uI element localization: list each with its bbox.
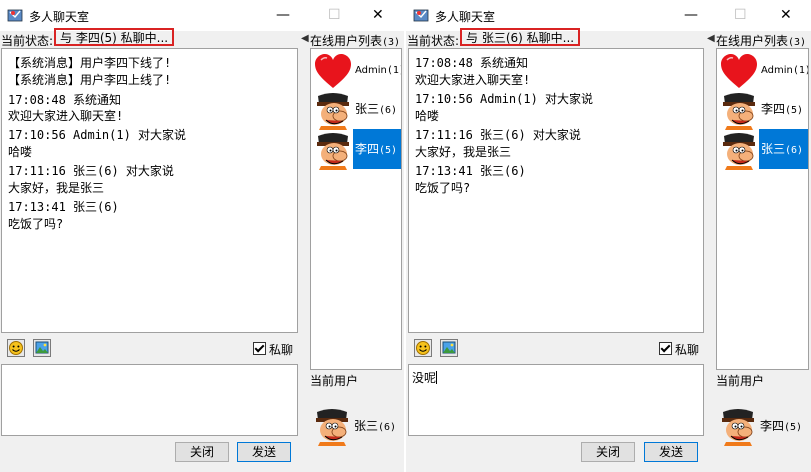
message-line: 大家好，我是张三 [8, 181, 105, 195]
private-chat-checkbox[interactable]: 私聊 [253, 341, 293, 358]
user-name: Admin(1) [761, 65, 808, 76]
message-line: 17:13:41 张三(6) [415, 164, 526, 178]
message-line: 17:10:56 Admin(1) 对大家说 [8, 128, 187, 142]
user-item-admin[interactable]: Admin(1) [717, 51, 808, 91]
checkbox-checked-icon[interactable] [659, 342, 672, 355]
heart-icon [313, 52, 353, 92]
emoji-icon[interactable] [7, 339, 25, 357]
title-bar[interactable]: 多人聊天室 — ☐ ✕ [0, 0, 404, 31]
collapse-left-icon[interactable]: ◀ [301, 33, 309, 44]
message-input[interactable]: 没呢 [408, 364, 704, 436]
online-user-list[interactable]: Admin(1) 李四(5) 张三(6) [716, 48, 809, 370]
split-divider[interactable] [300, 31, 310, 472]
close-icon[interactable]: ✕ [372, 6, 384, 24]
message-line: 大家好，我是张三 [415, 145, 512, 159]
message-line: 17:11:16 张三(6) 对大家说 [415, 128, 581, 142]
message-line: 哈喽 [8, 145, 33, 159]
cartoon-man-icon [313, 130, 353, 170]
user-name: 张三(6) [759, 129, 808, 169]
user-name: 张三(6) [355, 102, 398, 116]
cartoon-man-icon [719, 130, 759, 170]
message-line: 【系统消息】用户李四下线了! [8, 56, 172, 70]
user-item-zhangsan[interactable]: 张三(6) [311, 89, 401, 129]
chat-window-2: 多人聊天室 — ☐ ✕ 当前状态: 与 张三(6) 私聊中... 17:08:4… [406, 0, 811, 472]
maximize-icon[interactable]: ☐ [734, 6, 747, 24]
toolbar: 私聊 [414, 339, 704, 359]
app-icon [7, 7, 23, 23]
checkbox-checked-icon[interactable] [253, 342, 266, 355]
status-value: 与 李四(5) 私聊中... [54, 28, 175, 46]
message-input-text: 没呢 [412, 371, 438, 385]
online-users-title: 在线用户列表 [310, 34, 383, 48]
window-title: 多人聊天室 [435, 10, 496, 24]
current-user-label: 当前用户 [716, 374, 765, 388]
status-row: 当前状态: 与 张三(6) 私聊中... [406, 28, 706, 48]
toolbar: 私聊 [7, 339, 297, 359]
minimize-icon[interactable]: — [276, 6, 290, 24]
close-button[interactable]: 关闭 [175, 442, 229, 462]
online-users-count: (3) [382, 37, 401, 48]
online-user-list[interactable]: Admin(1) 张三(6) 李四(5) [310, 48, 402, 370]
current-user-label: 当前用户 [310, 374, 359, 388]
image-icon[interactable] [440, 339, 458, 357]
user-name: 李四(5) [353, 129, 401, 169]
maximize-icon[interactable]: ☐ [328, 6, 341, 24]
emoji-icon[interactable] [414, 339, 432, 357]
current-user: 李四(5) [718, 406, 809, 452]
collapse-left-icon[interactable]: ◀ [707, 33, 715, 44]
text-caret [436, 371, 438, 384]
message-line: 欢迎大家进入聊天室! [8, 109, 124, 123]
online-users-header: 在线用户列表(3) [310, 32, 400, 49]
message-area[interactable]: 【系统消息】用户李四下线了! 【系统消息】用户李四上线了! 17:08:48 系… [1, 48, 298, 333]
cartoon-man-icon [719, 90, 759, 130]
message-line: 17:08:48 系统通知 [8, 93, 122, 107]
online-users-title: 在线用户列表 [716, 34, 789, 48]
user-name: Admin(1) [355, 65, 401, 76]
user-item-zhangsan[interactable]: 张三(6) [717, 129, 808, 169]
message-line: 欢迎大家进入聊天室! [415, 73, 531, 87]
split-divider[interactable] [706, 31, 716, 472]
title-bar[interactable]: 多人聊天室 — ☐ ✕ [406, 0, 811, 31]
message-line: 【系统消息】用户李四上线了! [8, 73, 172, 87]
current-user: 张三(6) [312, 406, 402, 452]
message-line: 哈喽 [415, 109, 440, 123]
close-button[interactable]: 关闭 [581, 442, 635, 462]
cartoon-man-icon [718, 406, 758, 446]
private-chat-checkbox[interactable]: 私聊 [659, 341, 699, 358]
chat-window-1: 多人聊天室 — ☐ ✕ 当前状态: 与 李四(5) 私聊中... 【系统消息】用… [0, 0, 404, 472]
send-button[interactable]: 发送 [644, 442, 698, 462]
message-line: 17:13:41 张三(6) [8, 200, 119, 214]
message-area[interactable]: 17:08:48 系统通知 欢迎大家进入聊天室! 17:10:56 Admin(… [408, 48, 704, 333]
user-item-admin[interactable]: Admin(1) [311, 51, 401, 91]
heart-icon [719, 52, 759, 92]
private-chat-label: 私聊 [675, 343, 700, 357]
current-user-name: 张三(6) [354, 419, 397, 433]
minimize-icon[interactable]: — [684, 6, 698, 24]
message-line: 17:11:16 张三(6) 对大家说 [8, 164, 174, 178]
online-users-header: 在线用户列表(3) [716, 32, 806, 49]
message-line: 17:08:48 系统通知 [415, 56, 529, 70]
cartoon-man-icon [313, 90, 353, 130]
message-line: 吃饭了吗? [8, 217, 64, 231]
user-item-lisi[interactable]: 李四(5) [311, 129, 401, 169]
message-line: 吃饭了吗? [415, 181, 471, 195]
user-item-lisi[interactable]: 李四(5) [717, 89, 808, 129]
user-name: 李四(5) [761, 102, 804, 116]
private-chat-label: 私聊 [269, 343, 294, 357]
send-button[interactable]: 发送 [237, 442, 291, 462]
image-icon[interactable] [33, 339, 51, 357]
close-icon[interactable]: ✕ [780, 6, 792, 24]
online-users-count: (3) [788, 37, 807, 48]
app-icon [413, 7, 429, 23]
message-input[interactable] [1, 364, 298, 436]
status-label: 当前状态: [407, 34, 460, 48]
status-label: 当前状态: [1, 34, 54, 48]
status-row: 当前状态: 与 李四(5) 私聊中... [0, 28, 300, 48]
cartoon-man-icon [312, 406, 352, 446]
window-title: 多人聊天室 [29, 10, 90, 24]
message-line: 17:10:56 Admin(1) 对大家说 [415, 92, 594, 106]
status-value: 与 张三(6) 私聊中... [460, 28, 581, 46]
current-user-name: 李四(5) [760, 419, 803, 433]
